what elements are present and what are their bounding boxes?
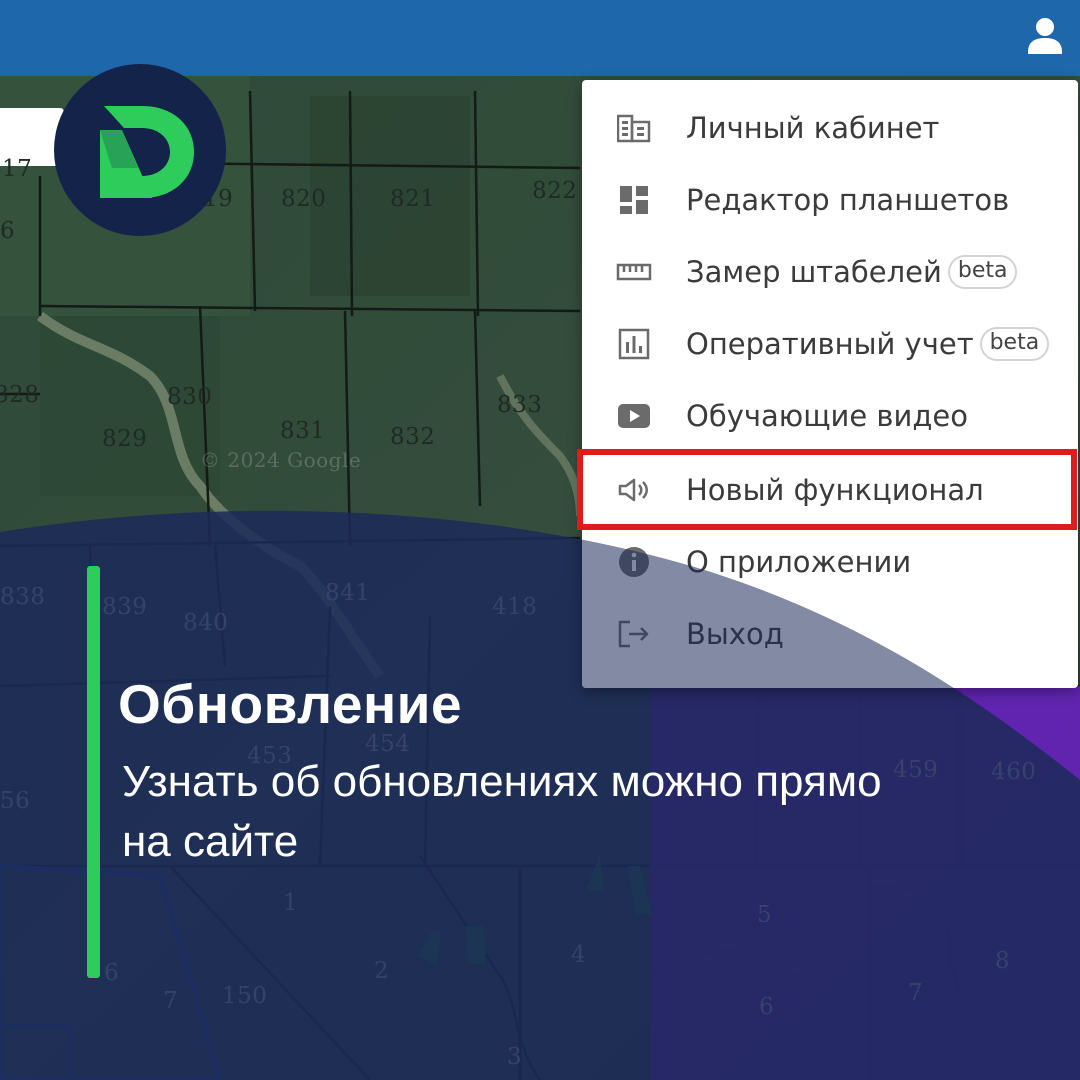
menu-item-about[interactable]: О приложении (582, 526, 1078, 598)
menu-item-training-videos[interactable]: Обучающие видео (582, 380, 1078, 452)
plot-label: 839 (102, 594, 148, 620)
banner-headline: Обновление (118, 673, 463, 735)
plot-label: 838 (0, 584, 46, 610)
plot-label: 840 (183, 610, 229, 636)
chart-icon (616, 326, 652, 362)
menu-item-cabinet[interactable]: Личный кабинет (582, 92, 1078, 164)
brand-logo (54, 64, 226, 236)
menu-item-label: О приложении (686, 545, 912, 579)
account-icon[interactable] (1016, 8, 1074, 66)
plot-label: 831 (280, 418, 326, 444)
plot-label: 3 (507, 1044, 523, 1070)
banner-subline: Узнать об обновлениях можно прямо на сай… (122, 757, 882, 866)
plot-label: 8 (995, 948, 1011, 974)
user-dropdown-menu: Личный кабинет Редактор планшетов Замер … (582, 80, 1078, 688)
beta-badge: beta (979, 327, 1050, 361)
map-watermark: © 2024 Google (200, 448, 362, 472)
plot-label: 2 (374, 958, 390, 984)
plot-label: 821 (390, 186, 436, 212)
plot-label: 828 (0, 382, 40, 408)
highlight-frame (577, 449, 1077, 530)
video-icon (616, 398, 652, 434)
plot-label: 1 (283, 890, 299, 916)
plot-label: 56 (0, 788, 31, 814)
plot-label: 5 (757, 902, 773, 928)
plot-label: 460 (991, 759, 1037, 785)
menu-item-stack-measure[interactable]: Замер штабелей beta (582, 236, 1078, 308)
plot-label: 822 (532, 178, 578, 204)
plot-label: 150 (222, 983, 268, 1009)
menu-item-label: Личный кабинет (686, 111, 940, 145)
plot-label: 829 (102, 426, 148, 452)
menu-item-tablet-editor[interactable]: Редактор планшетов (582, 164, 1078, 236)
logout-icon (616, 616, 652, 652)
plot-label: 820 (281, 186, 327, 212)
plot-label: 6 (0, 218, 16, 244)
cabinet-icon (616, 110, 652, 146)
plot-label: 7 (908, 980, 924, 1006)
plot-label: 17 (2, 156, 33, 182)
dashboard-icon (616, 182, 652, 218)
info-icon (616, 544, 652, 580)
menu-item-operational-accounting[interactable]: Оперативный учет beta (582, 308, 1078, 380)
accent-bar (87, 566, 100, 978)
menu-item-label: Оперативный учет beta (686, 327, 1050, 361)
plot-label: 830 (167, 384, 213, 410)
ruler-icon (616, 254, 652, 290)
plot-label: 832 (390, 424, 436, 450)
plot-label: 841 (325, 580, 371, 606)
beta-badge: beta (947, 255, 1018, 289)
plot-label: 7 (163, 988, 179, 1014)
menu-item-label: Замер штабелей beta (686, 255, 1018, 289)
plot-label: 833 (497, 392, 543, 418)
menu-item-label: Обучающие видео (686, 399, 968, 433)
plot-label: 6 (759, 994, 775, 1020)
plot-label: 4 (571, 942, 587, 968)
menu-item-label: Выход (686, 617, 784, 651)
menu-item-label: Редактор планшетов (686, 183, 1010, 217)
plot-label: 418 (492, 594, 538, 620)
menu-item-logout[interactable]: Выход (582, 598, 1078, 670)
plot-label: 6 (104, 960, 120, 986)
